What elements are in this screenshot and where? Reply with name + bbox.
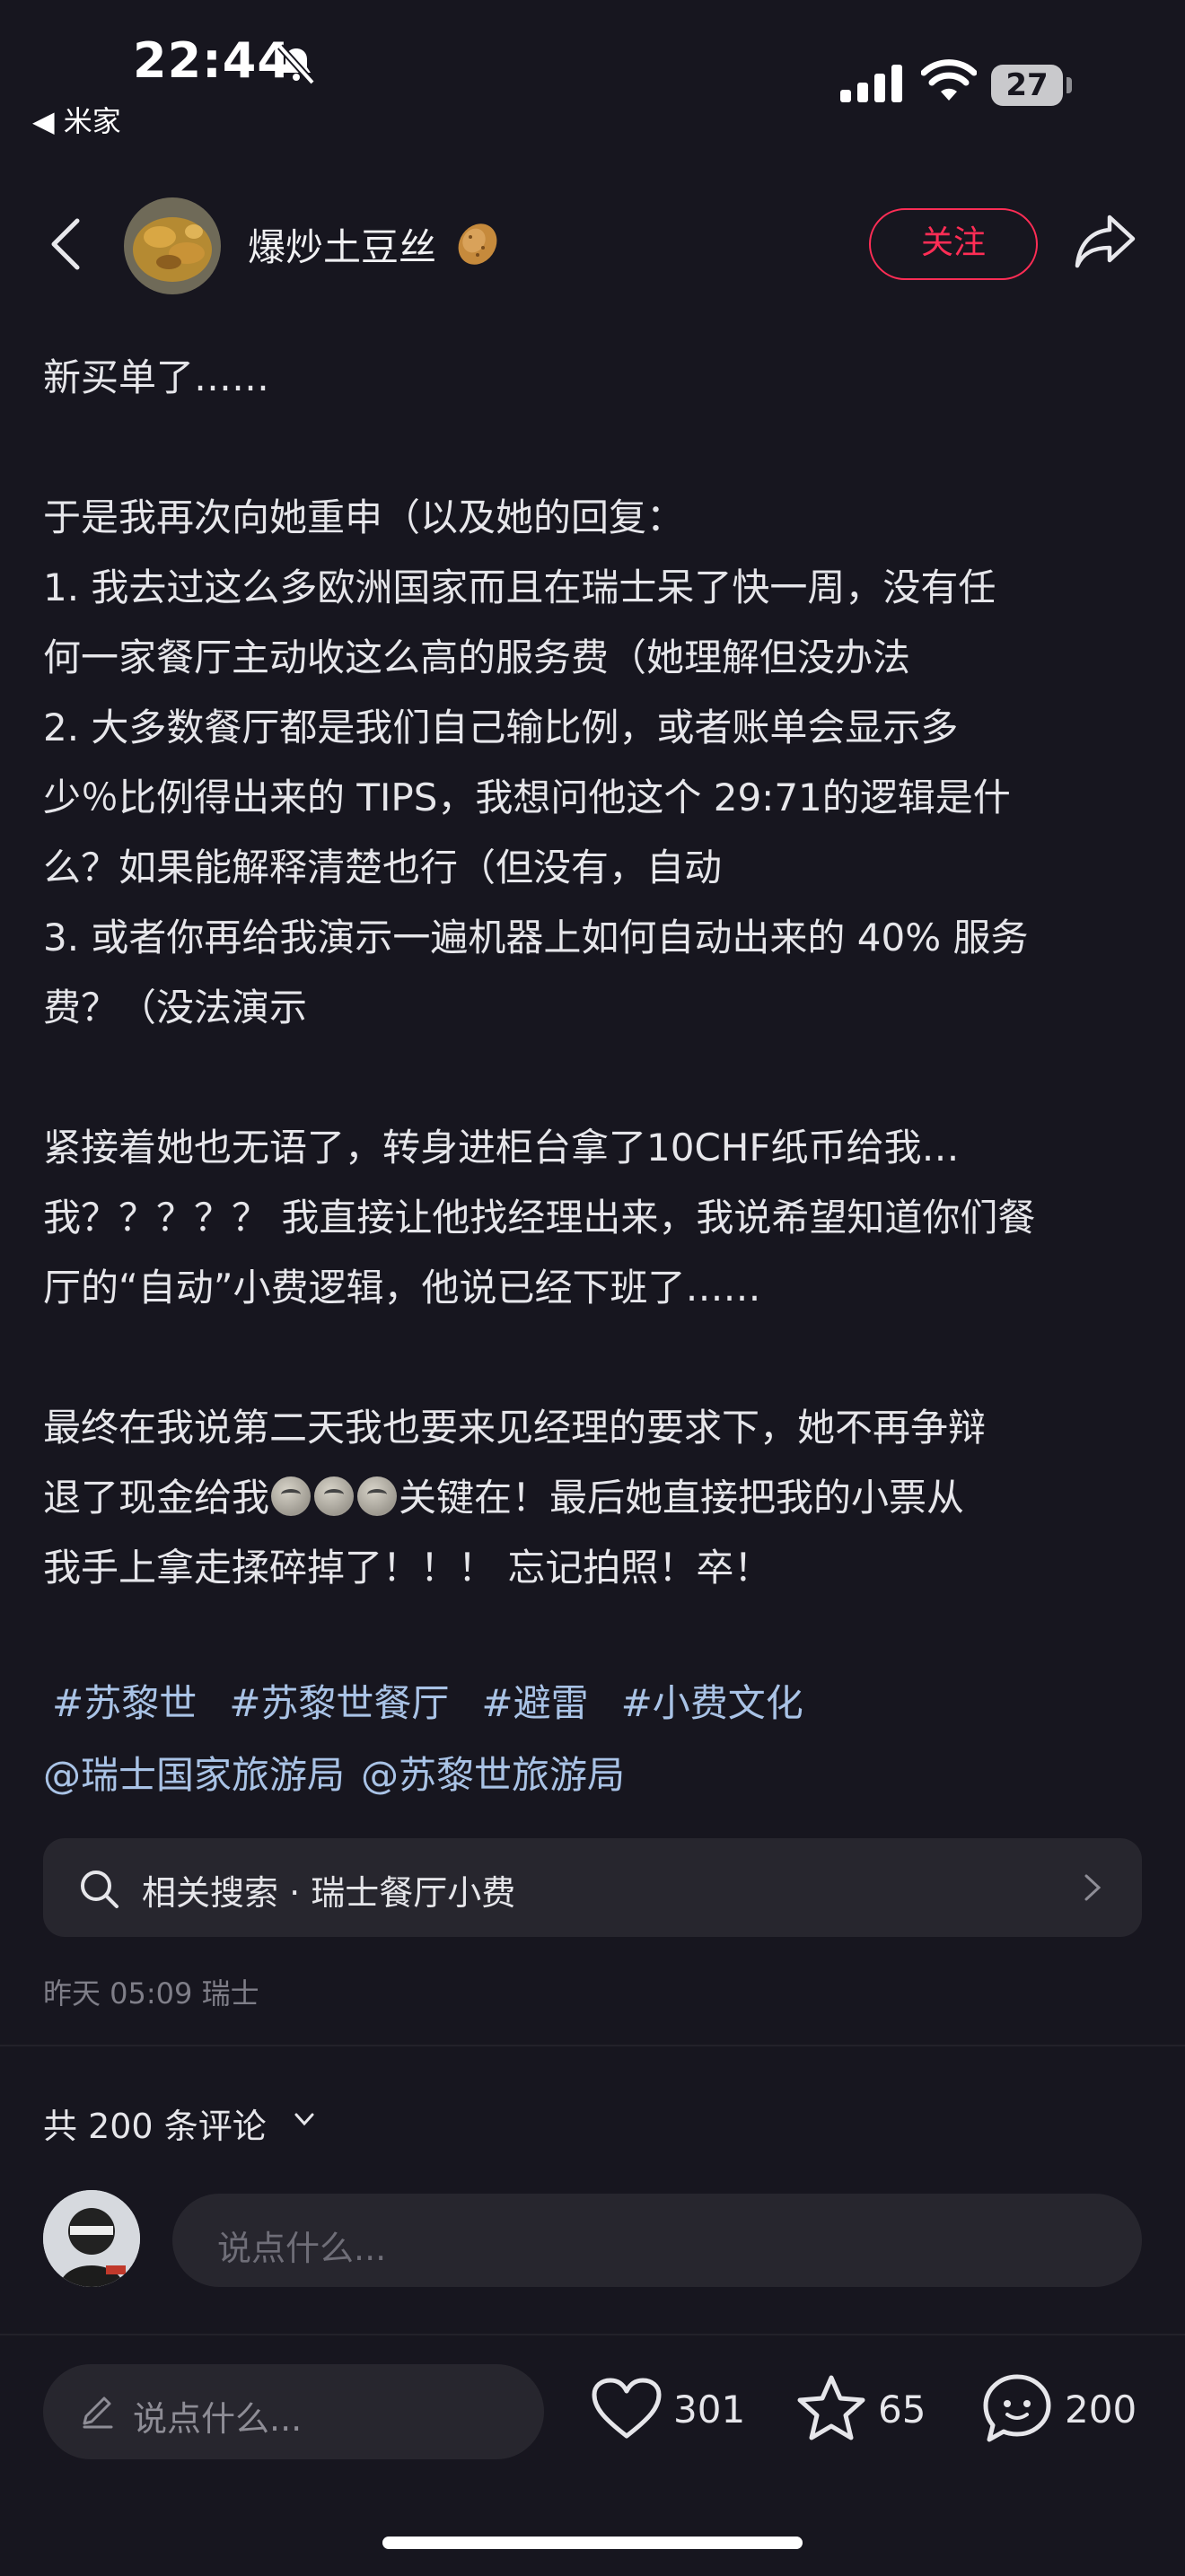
- like-count[interactable]: 301: [673, 2388, 745, 2431]
- hashtag[interactable]: #苏黎世餐厅: [229, 1681, 449, 1725]
- cellular-signal-icon: [840, 65, 902, 102]
- chevron-right-icon: [1084, 1874, 1102, 1901]
- grimace-emoji-icon: [271, 1476, 312, 1516]
- author-avatar[interactable]: [124, 197, 221, 294]
- back-to-app-link[interactable]: ◀ 米家: [32, 99, 121, 140]
- bell-muted-icon: [277, 44, 315, 85]
- post-text: 关键在！最后她直接把我的小票从: [399, 1476, 965, 1520]
- pencil-icon: [83, 2396, 113, 2429]
- post-text: 退了现金给我: [43, 1476, 270, 1520]
- post-line: 2. 大多数餐厅都是我们自己输比例，或者账单会显示多: [43, 705, 959, 749]
- mention-list: @瑞士国家旅游局 @苏黎世旅游局: [43, 1739, 641, 1811]
- post-line: 何一家餐厅主动收这么高的服务费（她理解但没办法: [43, 635, 911, 679]
- post-line: 紧接着她也无语了，转身进柜台拿了10CHF纸币给我…: [43, 1126, 960, 1170]
- post-line: 我？？？？？ 我直接让他找经理出来，我说希望知道你们餐: [43, 1196, 1036, 1240]
- star-icon[interactable]: [795, 2373, 867, 2443]
- follow-button[interactable]: 关注: [869, 208, 1038, 280]
- hashtag[interactable]: #苏黎世: [52, 1681, 197, 1725]
- home-indicator[interactable]: [382, 2537, 803, 2549]
- comment-count[interactable]: 200: [1065, 2388, 1137, 2431]
- post-line: 3. 或者你再给我演示一遍机器上如何自动出来的 40% 服务: [43, 916, 1029, 959]
- comment-bubble-icon[interactable]: [980, 2371, 1054, 2445]
- hashtag[interactable]: #避雷: [481, 1681, 588, 1725]
- hashtag[interactable]: #小费文化: [621, 1681, 803, 1725]
- mention[interactable]: @瑞士国家旅游局: [43, 1753, 345, 1797]
- share-icon[interactable]: [1072, 212, 1138, 271]
- post-line: 新买单了……: [43, 355, 270, 399]
- chevron-down-icon[interactable]: [293, 2109, 316, 2131]
- hashtag-list: #苏黎世 #苏黎世餐厅 #避雷 #小费文化: [52, 1668, 836, 1739]
- bottom-comment-input[interactable]: 说点什么...: [43, 2364, 544, 2459]
- search-icon: [81, 1871, 118, 1908]
- post-line: 退了现金给我 关键在！最后她直接把我的小票从: [43, 1463, 1147, 1533]
- related-search-bar[interactable]: 相关搜索 · 瑞士餐厅小费: [43, 1838, 1142, 1937]
- post-meta: 昨天 05:09 瑞士: [43, 1976, 259, 2011]
- related-search-text: 相关搜索 · 瑞士餐厅小费: [142, 1873, 516, 1913]
- post-line: 费？（没法演示: [43, 986, 308, 1030]
- author-name[interactable]: 爆炒土豆丝: [248, 217, 436, 272]
- post-body: 新买单了…… 于是我再次向她重申（以及她的回复： 1. 我去过这么多欧洲国家而且…: [43, 343, 1147, 1603]
- mention[interactable]: @苏黎世旅游局: [361, 1753, 625, 1797]
- comment-placeholder: 说点什么...: [217, 2229, 387, 2268]
- comments-count[interactable]: 共 200 条评论: [43, 2098, 267, 2148]
- grimace-emoji-icon: [357, 1476, 398, 1516]
- divider: [0, 2045, 1185, 2046]
- post-line: 少％比例得出来的 TIPS，我想问他这个 29:71的逻辑是什: [43, 775, 1011, 819]
- post-line: 于是我再次向她重申（以及她的回复：: [43, 495, 685, 539]
- grimace-emoji-icon: [314, 1476, 355, 1516]
- comment-input[interactable]: 说点什么...: [172, 2194, 1142, 2287]
- potato-emoji-icon: [458, 223, 497, 265]
- battery-tip: [1066, 77, 1072, 93]
- battery-icon: 27: [991, 65, 1063, 106]
- user-avatar: [43, 2190, 140, 2287]
- post-line: 最终在我说第二天我也要来见经理的要求下，她不再争辩: [43, 1406, 987, 1450]
- post-line: 我手上拿走揉碎掉了！！！ 忘记拍照！卒！: [43, 1546, 772, 1590]
- post-line: 1. 我去过这么多欧洲国家而且在瑞士呆了快一周，没有任: [43, 565, 996, 609]
- star-count[interactable]: 65: [878, 2388, 926, 2431]
- status-time: 22:44: [133, 32, 292, 89]
- back-arrow-icon[interactable]: [45, 215, 88, 273]
- wifi-icon: [921, 59, 977, 101]
- post-line: 么？如果能解释清楚也行（但没有，自动: [43, 846, 723, 889]
- heart-icon[interactable]: [591, 2377, 663, 2441]
- bottom-input-placeholder: 说点什么...: [133, 2399, 303, 2439]
- post-line: 厅的“自动”小费逻辑，他说已经下班了……: [43, 1266, 761, 1310]
